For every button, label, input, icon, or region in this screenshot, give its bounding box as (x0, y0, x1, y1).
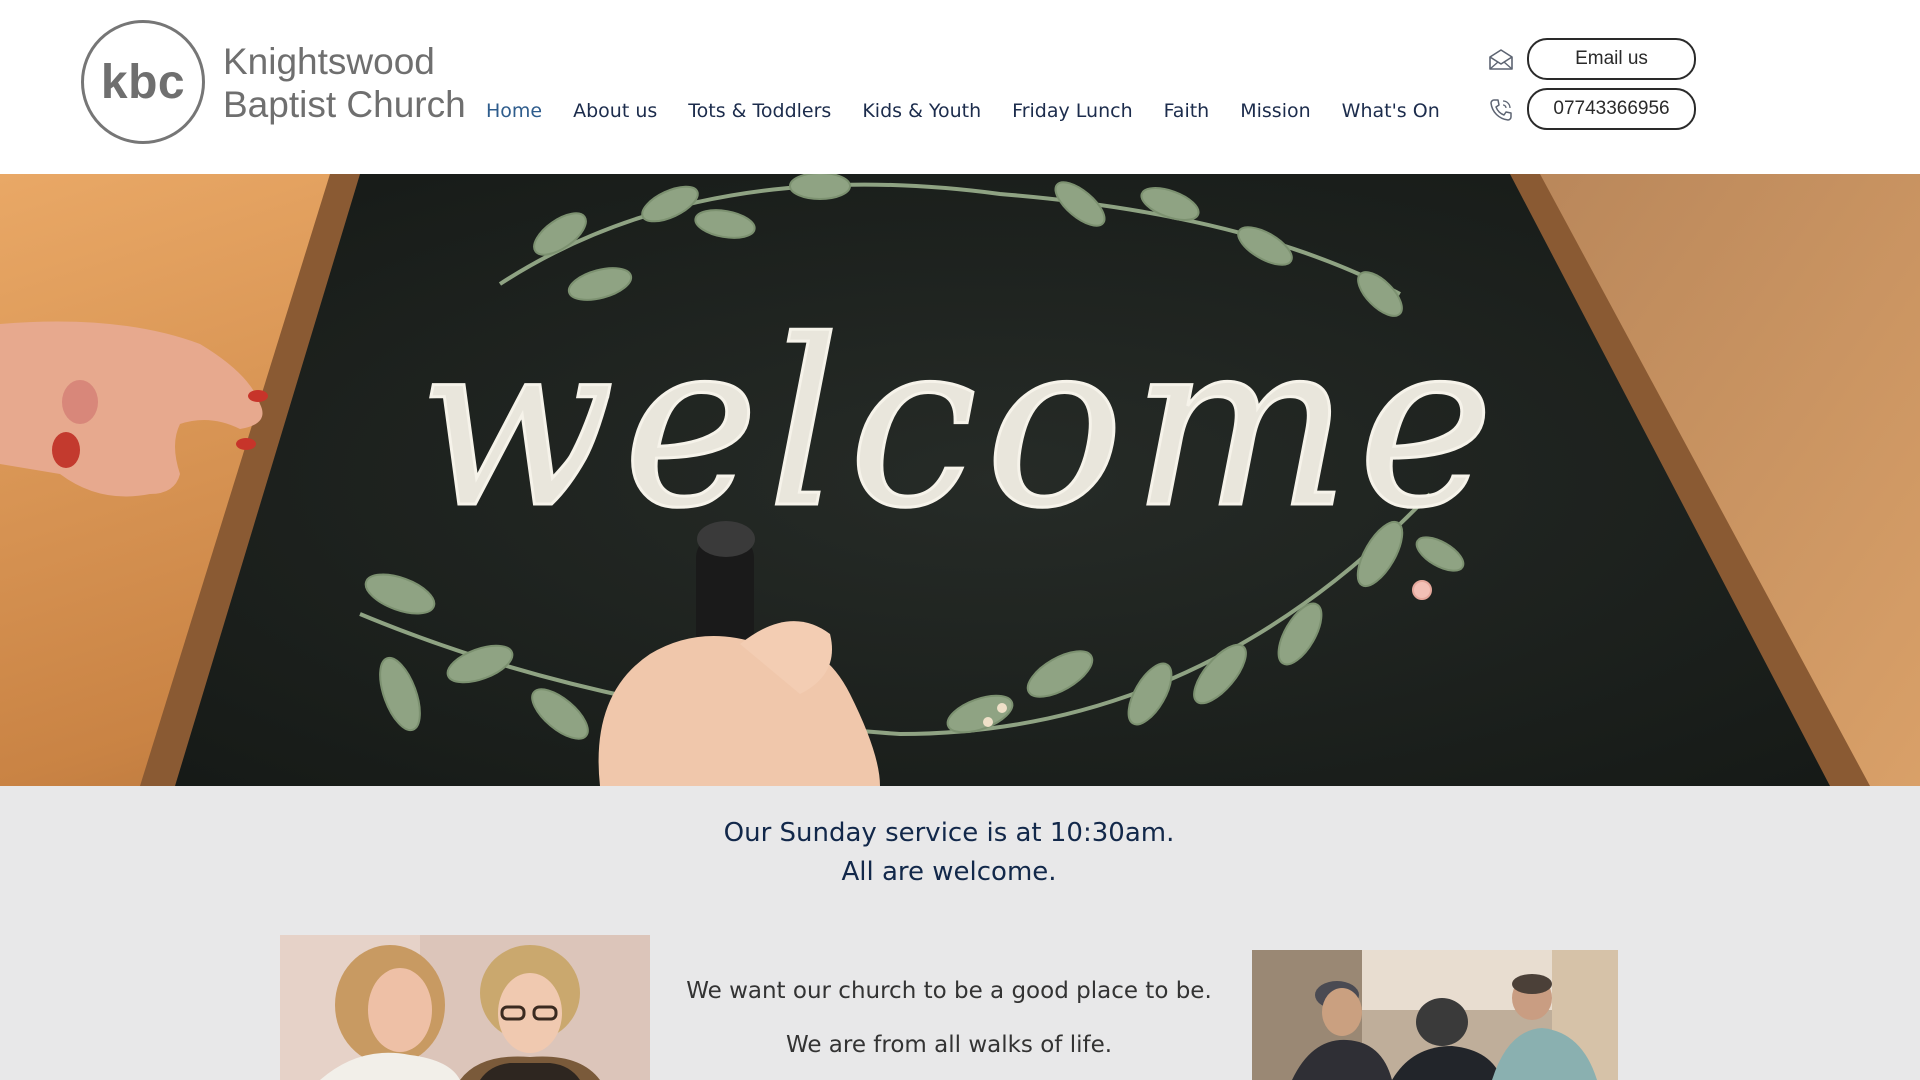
site-logo[interactable]: kbc (81, 20, 205, 144)
nav-item-about-us[interactable]: About us (573, 100, 657, 122)
nav-item-mission[interactable]: Mission (1240, 100, 1310, 122)
email-us-button[interactable]: Email us (1527, 38, 1696, 80)
nav-item-whats-on[interactable]: What's On (1342, 100, 1440, 122)
photo-two-women (280, 935, 650, 1080)
welcome-lettering: welcome (418, 292, 1502, 559)
nav-item-friday-lunch[interactable]: Friday Lunch (1012, 100, 1132, 122)
phone-number-label: 07743366956 (1553, 98, 1670, 119)
service-time-text: Our Sunday service is at 10:30am. (723, 818, 1175, 848)
phone-number-button[interactable]: 07743366956 (1527, 88, 1696, 130)
welcome-chalkboard-illustration: welcome (0, 174, 1920, 786)
nav-item-tots-toddlers[interactable]: Tots & Toddlers (688, 100, 831, 122)
nav-item-home[interactable]: Home (486, 100, 542, 122)
hero-image: welcome (0, 174, 1920, 786)
page: kbc Knightswood Baptist Church Home Abou… (0, 0, 1920, 1080)
site-name-line2: Baptist Church (223, 84, 466, 125)
nav-item-kids-youth[interactable]: Kids & Youth (862, 100, 981, 122)
phone-icon[interactable] (1488, 97, 1514, 123)
site-name[interactable]: Knightswood Baptist Church (223, 40, 466, 126)
service-times: Our Sunday service is at 10:30am. All ar… (0, 814, 1898, 892)
site-header: kbc Knightswood Baptist Church Home Abou… (0, 0, 1920, 174)
email-us-label: Email us (1575, 48, 1648, 69)
envelope-icon[interactable] (1488, 47, 1514, 73)
nav-item-faith[interactable]: Faith (1164, 100, 1210, 122)
logo-text: kbc (100, 55, 186, 109)
photo-church-hall-people (1252, 950, 1618, 1080)
welcome-section: Our Sunday service is at 10:30am. All ar… (0, 786, 1920, 1080)
site-name-line1: Knightswood (223, 41, 435, 82)
welcome-text: All are welcome. (841, 857, 1057, 887)
main-nav: Home About us Tots & Toddlers Kids & You… (486, 96, 1440, 126)
